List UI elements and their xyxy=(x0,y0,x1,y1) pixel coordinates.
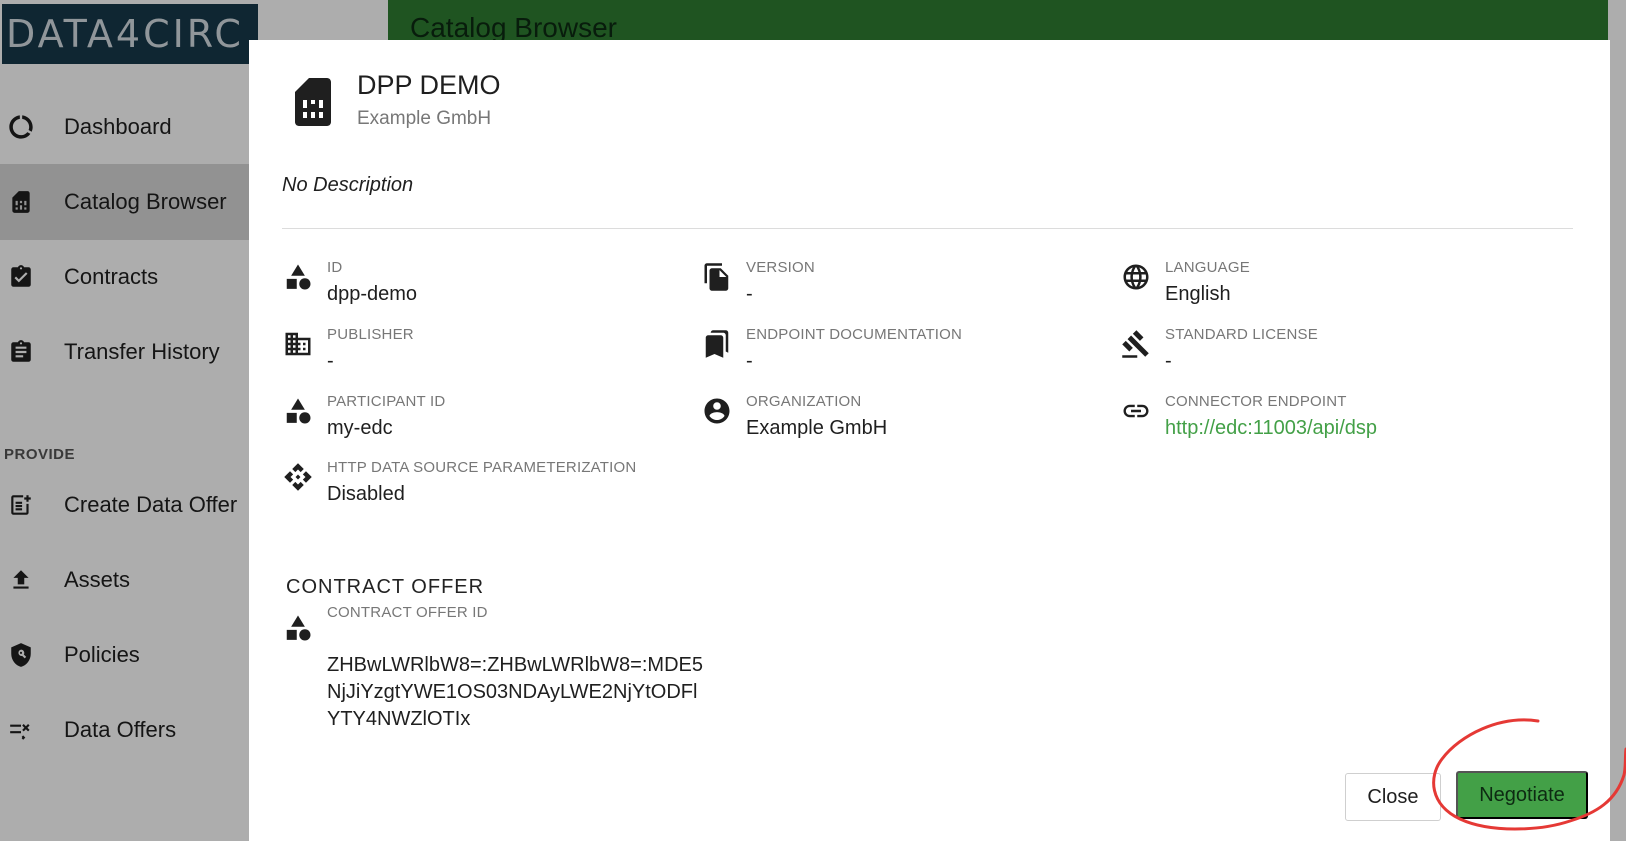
bookmarks-icon xyxy=(701,328,733,360)
property-label: ENDPOINT DOCUMENTATION xyxy=(746,326,963,343)
dialog-description: No Description xyxy=(282,174,414,196)
property-value: - xyxy=(327,350,334,372)
property-value: - xyxy=(746,350,753,372)
property-label: LANGUAGE xyxy=(1165,259,1250,276)
property-value: Example GmbH xyxy=(746,417,888,439)
data-offer-dialog: DPP DEMO Example GmbH No Description ID … xyxy=(249,40,1610,841)
property-label: HTTP DATA SOURCE PARAMETERIZATION xyxy=(327,459,637,476)
category-shapes-icon xyxy=(282,261,314,293)
contract-offer-heading: CONTRACT OFFER xyxy=(286,576,485,598)
account-circle-icon xyxy=(701,395,733,427)
catalog-icon xyxy=(291,78,331,131)
divider xyxy=(282,228,1573,229)
api-diamond-icon xyxy=(282,461,314,493)
property-label: ID xyxy=(327,259,343,276)
building-icon xyxy=(282,328,314,360)
file-copy-icon xyxy=(701,261,733,293)
category-shapes-icon xyxy=(282,395,314,427)
property-value: - xyxy=(1165,350,1172,372)
dialog-title: DPP DEMO xyxy=(357,70,501,100)
negotiate-button[interactable]: Negotiate xyxy=(1456,771,1588,819)
property-value: Disabled xyxy=(327,483,405,505)
property-label: PUBLISHER xyxy=(327,326,414,343)
connector-endpoint-link[interactable]: http://edc:11003/api/dsp xyxy=(1165,417,1377,440)
gavel-icon xyxy=(1120,328,1152,360)
property-label: CONNECTOR ENDPOINT xyxy=(1165,393,1347,410)
property-label: PARTICIPANT ID xyxy=(327,393,446,410)
property-label: VERSION xyxy=(746,259,815,276)
property-value: English xyxy=(1165,283,1231,305)
property-value: dpp-demo xyxy=(327,283,418,305)
property-value: - xyxy=(746,283,753,305)
property-label: CONTRACT OFFER ID xyxy=(327,604,488,621)
globe-icon xyxy=(1120,261,1152,293)
contract-offer-id-value: ZHBwLWRlbW8=:ZHBwLWRlbW8=:MDE5NjJiYzgtYW… xyxy=(327,654,703,730)
property-label: STANDARD LICENSE xyxy=(1165,326,1318,343)
link-icon xyxy=(1120,395,1152,427)
category-shapes-icon xyxy=(282,612,314,644)
dialog-subtitle: Example GmbH xyxy=(357,108,492,129)
close-button[interactable]: Close xyxy=(1345,773,1441,821)
property-value: my-edc xyxy=(327,417,393,439)
property-label: ORGANIZATION xyxy=(746,393,862,410)
